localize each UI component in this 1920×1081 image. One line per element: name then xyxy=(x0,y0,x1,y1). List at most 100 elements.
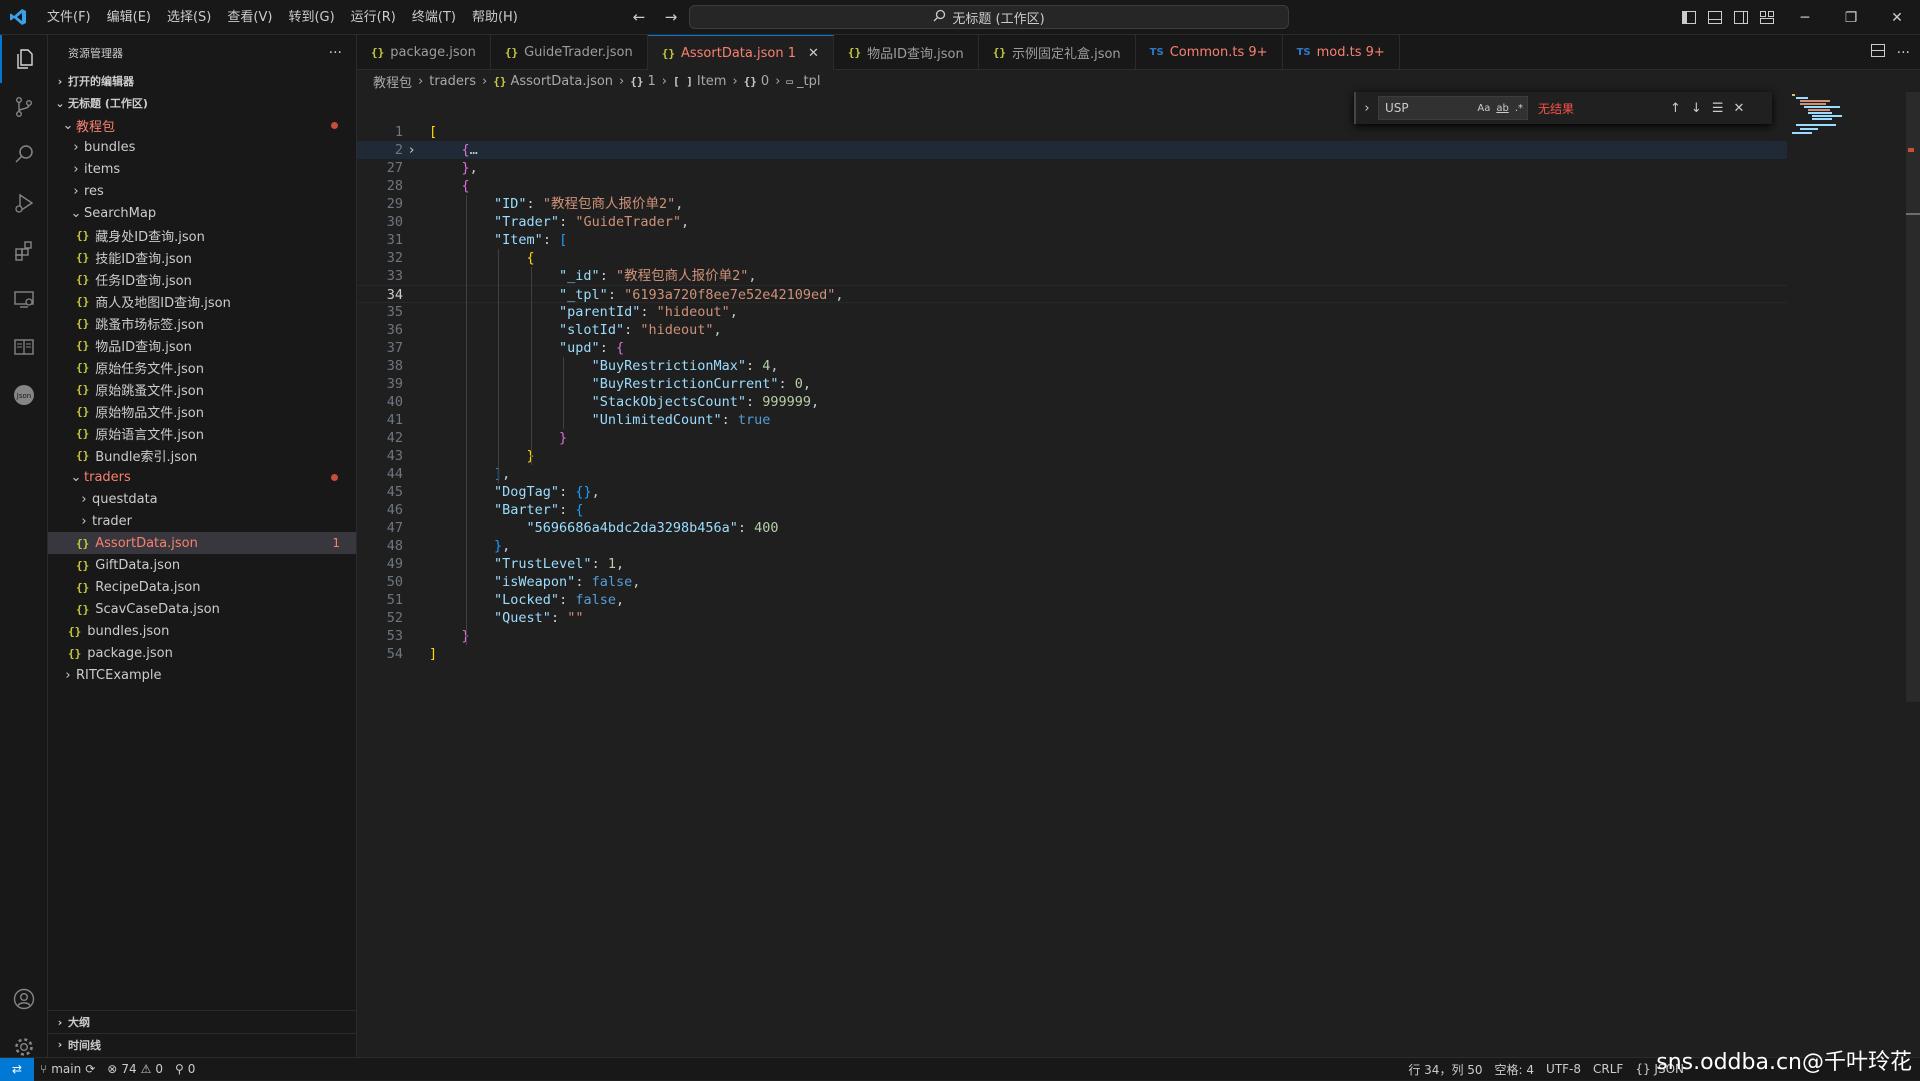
previous-match-icon[interactable]: ↑ xyxy=(1670,101,1681,116)
tree-folder[interactable]: › res xyxy=(48,180,356,202)
editor-tab[interactable]: TS mod.ts 9+ xyxy=(1283,35,1400,70)
toggle-replace-chevron-icon[interactable]: › xyxy=(1356,101,1378,116)
menu-item[interactable]: 转到(G) xyxy=(280,0,342,35)
book-icon[interactable] xyxy=(0,323,48,371)
explorer-icon[interactable] xyxy=(0,35,48,83)
editor-tab[interactable]: {} GuideTrader.json xyxy=(491,35,648,70)
tree-folder[interactable]: › bundles xyxy=(48,136,356,158)
minimize-icon[interactable]: ─ xyxy=(1782,0,1828,35)
editor-tab[interactable]: TS Common.ts 9+ xyxy=(1136,35,1283,70)
extensions-icon[interactable] xyxy=(0,227,48,275)
outline-section[interactable]: › 大纲 xyxy=(48,1011,357,1033)
fold-chevron-icon[interactable]: › xyxy=(409,141,414,159)
forward-arrow-icon[interactable]: → xyxy=(660,6,682,28)
breadcrumb-item[interactable]: 1 xyxy=(648,74,656,89)
code-text: "ID": "教程包商人报价单2", xyxy=(494,196,684,212)
tree-folder[interactable]: ⌄ SearchMap xyxy=(48,202,356,224)
tree-file[interactable]: {} Bundle索引.json xyxy=(48,444,356,466)
breadcrumb-item[interactable]: _tpl xyxy=(797,74,820,89)
tree-file[interactable]: {} 原始语言文件.json xyxy=(48,422,356,444)
breadcrumb-item[interactable]: Item xyxy=(697,74,727,89)
code-editor[interactable]: 1[2 › {… 27 }, 28 {29 "ID": "教程包商人报价单2", 30 … xyxy=(357,120,1787,680)
tree-file[interactable]: {} GiftData.json xyxy=(48,554,356,576)
timeline-section[interactable]: › 时间线 xyxy=(48,1033,357,1055)
back-arrow-icon[interactable]: ← xyxy=(628,6,650,28)
match-case-icon[interactable]: Aa xyxy=(1477,103,1490,114)
json-file-icon: {} xyxy=(76,448,90,462)
root-folder[interactable]: ⌄ 教程包 xyxy=(48,114,356,136)
editor-tab[interactable]: {} 物品ID查询.json xyxy=(834,35,979,70)
menu-item[interactable]: 终端(T) xyxy=(404,0,464,35)
open-editors-section[interactable]: › 打开的编辑器 xyxy=(48,70,356,92)
more-editor-actions-icon[interactable]: ··· xyxy=(1897,45,1910,61)
tree-file[interactable]: {} 原始物品文件.json xyxy=(48,400,356,422)
toggle-secondary-sidebar-icon[interactable] xyxy=(1732,6,1750,28)
breadcrumb-item[interactable]: traders xyxy=(429,74,476,89)
close-find-icon[interactable]: ✕ xyxy=(1733,101,1744,116)
indentation[interactable]: 空格: 4 xyxy=(1489,1061,1541,1078)
search-view-icon[interactable] xyxy=(0,131,48,179)
accounts-icon[interactable] xyxy=(0,975,48,1023)
menu-item[interactable]: 选择(S) xyxy=(159,0,219,35)
more-actions-icon[interactable]: ··· xyxy=(329,45,342,61)
editor-tab[interactable]: {} package.json xyxy=(357,35,491,70)
run-debug-icon[interactable] xyxy=(0,179,48,227)
code-text: } xyxy=(429,627,470,645)
find-in-selection-icon[interactable]: ☰ xyxy=(1712,101,1724,116)
menu-item[interactable]: 编辑(E) xyxy=(99,0,159,35)
tree-file[interactable]: {} 藏身处ID查询.json xyxy=(48,224,356,246)
tree-folder[interactable]: › trader xyxy=(48,510,356,532)
editor-scrollbar[interactable] xyxy=(1906,92,1920,702)
menu-item[interactable]: 运行(R) xyxy=(343,0,404,35)
code-text: "_tpl": "6193a720f8ee7e52e42109ed", xyxy=(559,287,844,303)
problems-indicator[interactable]: ⊗ 74 ⚠ 0 xyxy=(101,1062,169,1076)
source-control-icon[interactable] xyxy=(0,83,48,131)
find-input[interactable]: USP Aa ab .* xyxy=(1378,96,1528,120)
tree-file[interactable]: {} 原始跳蚤文件.json xyxy=(48,378,356,400)
menu-item[interactable]: 帮助(H) xyxy=(464,0,526,35)
tree-file[interactable]: {} RecipeData.json xyxy=(48,576,356,598)
tree-file[interactable]: {} 原始任务文件.json xyxy=(48,356,356,378)
use-regex-icon[interactable]: .* xyxy=(1515,103,1523,114)
toggle-primary-sidebar-icon[interactable] xyxy=(1680,6,1698,28)
tree-file[interactable]: {} 跳蚤市场标签.json xyxy=(48,312,356,334)
tree-file[interactable]: {} package.json xyxy=(48,642,356,664)
tree-folder[interactable]: › questdata xyxy=(48,488,356,510)
command-center-search[interactable]: 无标题 (工作区) xyxy=(689,5,1289,29)
tree-file[interactable]: {} ScavCaseData.json xyxy=(48,598,356,620)
menu-item[interactable]: 查看(V) xyxy=(219,0,280,35)
restore-icon[interactable]: ❐ xyxy=(1828,0,1874,35)
json-extension-icon[interactable]: Json xyxy=(0,371,48,419)
tree-file[interactable]: {} bundles.json xyxy=(48,620,356,642)
toggle-panel-icon[interactable] xyxy=(1706,6,1724,28)
editor-tab[interactable]: {} 示例固定礼盒.json xyxy=(979,35,1136,70)
tree-folder[interactable]: ⌄ traders xyxy=(48,466,356,488)
encoding[interactable]: UTF-8 xyxy=(1540,1062,1587,1076)
match-whole-word-icon[interactable]: ab xyxy=(1496,103,1508,114)
tree-file[interactable]: {} AssortData.json 1 xyxy=(48,532,356,554)
tree-folder[interactable]: › items xyxy=(48,158,356,180)
ports-indicator[interactable]: ⚲ 0 xyxy=(169,1062,201,1076)
breadcrumb-item[interactable]: 教程包 xyxy=(373,72,412,91)
workspace-section[interactable]: ⌄ 无标题 (工作区) xyxy=(48,92,356,114)
editor-tab[interactable]: {} AssortData.json 1 ✕ xyxy=(647,35,834,70)
remote-explorer-icon[interactable] xyxy=(0,275,48,323)
tree-file[interactable]: {} 物品ID查询.json xyxy=(48,334,356,356)
customize-layout-icon[interactable] xyxy=(1758,6,1776,28)
line-ending[interactable]: CRLF xyxy=(1587,1062,1629,1076)
remote-indicator-icon[interactable]: ⇄ xyxy=(0,1057,34,1081)
tree-file[interactable]: {} 技能ID查询.json xyxy=(48,246,356,268)
branch-indicator[interactable]: ⑂ main ⟳ xyxy=(34,1062,101,1076)
minimap[interactable] xyxy=(1790,92,1910,152)
close-window-icon[interactable]: ✕ xyxy=(1874,0,1920,35)
close-tab-icon[interactable]: ✕ xyxy=(808,46,819,61)
breadcrumb-item[interactable]: 0 xyxy=(761,74,769,89)
next-match-icon[interactable]: ↓ xyxy=(1691,101,1702,116)
tree-file[interactable]: {} 商人及地图ID查询.json xyxy=(48,290,356,312)
breadcrumb-item[interactable]: AssortData.json xyxy=(510,74,613,89)
tree-folder[interactable]: › RITCExample xyxy=(48,664,356,686)
cursor-position[interactable]: 行 34，列 50 xyxy=(1402,1061,1488,1078)
tree-file[interactable]: {} 任务ID查询.json xyxy=(48,268,356,290)
menu-item[interactable]: 文件(F) xyxy=(39,0,99,35)
split-editor-icon[interactable] xyxy=(1870,44,1885,61)
